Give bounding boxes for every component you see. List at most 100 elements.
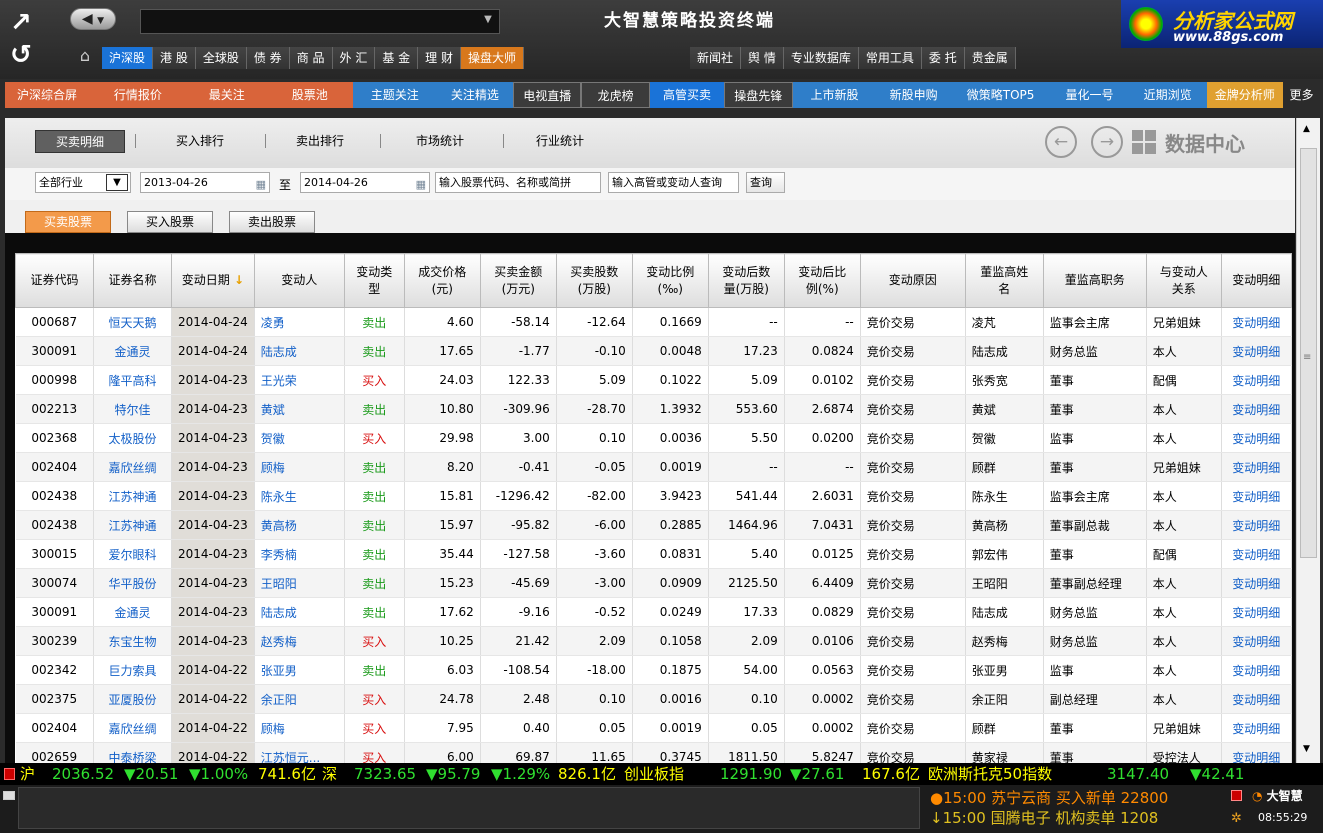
detail-link[interactable]: 变动明细 [1221, 510, 1292, 540]
menu1b-item-4[interactable]: 委 托 [921, 47, 965, 69]
menu2-item-5[interactable]: 关注精选 [436, 82, 513, 108]
detail-link[interactable]: 变动明细 [1221, 481, 1292, 511]
sell-stock-button[interactable]: 卖出股票 [229, 211, 315, 233]
menu2-item-3[interactable]: 股票池 [266, 82, 353, 108]
menu1b-item-0[interactable]: 新闻社 [690, 47, 742, 69]
menu2-item-6[interactable]: 电视直播 [513, 82, 582, 108]
stock-code-input[interactable]: 输入股票代码、名称或简拼 [435, 172, 601, 193]
menu1-item-4[interactable]: 商 品 [289, 47, 333, 69]
detail-link[interactable]: 变动明细 [1221, 655, 1292, 685]
buy-stock-button[interactable]: 买入股票 [127, 211, 213, 233]
rolling-orders[interactable]: ●15:00 苏宁云商 买入新单 22800 ↓15:00 国腾电子 机构卖单 1… [930, 788, 1168, 828]
table-row[interactable]: 300074 华平股份 2014-04-23 王昭阳 卖出 15.23 -45.69 -3.0… [15, 568, 1292, 598]
menu1-item-5[interactable]: 外 汇 [332, 47, 376, 69]
menu2-item-8[interactable]: 高管买卖 [649, 82, 725, 108]
menu1b-item-1[interactable]: 舆 情 [741, 47, 784, 69]
table-cell[interactable]: 巨力索具 [93, 655, 172, 685]
column-header-15[interactable]: 变动明细 [1220, 253, 1292, 308]
command-combo[interactable]: ▼ [140, 9, 500, 34]
table-row[interactable]: 300015 爱尔眼科 2014-04-23 李秀楠 卖出 35.44 -127.58 -3.… [15, 539, 1292, 569]
column-header-9[interactable]: 变动后数 量(万股) [707, 253, 785, 308]
table-row[interactable]: 002375 亚厦股份 2014-04-22 余正阳 买入 24.78 2.48 0.10 0.… [15, 684, 1292, 714]
calendar-icon[interactable]: ▦ [256, 175, 266, 194]
calendar-icon[interactable]: ▦ [416, 175, 426, 194]
menu2-item-11[interactable]: 新股申购 [876, 82, 951, 108]
back-forward-button[interactable]: ◀ ▼ [70, 8, 116, 30]
scroll-up-icon[interactable]: ▲ [1303, 124, 1310, 134]
detail-link[interactable]: 变动明细 [1221, 394, 1292, 424]
table-row[interactable]: 002342 巨力索具 2014-04-22 张亚男 卖出 6.03 -108.54 -18.… [15, 655, 1292, 685]
menu1b-item-3[interactable]: 常用工具 [858, 47, 922, 69]
table-cell[interactable]: 中泰桥梁 [93, 742, 172, 763]
tab-trade-detail[interactable]: 买卖明细 [35, 130, 125, 153]
menu2-item-15[interactable]: 金牌分析师 [1206, 82, 1283, 108]
table-cell[interactable]: 金通灵 [93, 336, 172, 366]
menu1b-item-2[interactable]: 专业数据库 [783, 47, 859, 69]
date-from-field[interactable]: 2013-04-26 ▦ [140, 172, 270, 193]
tab-industry-stats[interactable]: 行业统计 [515, 130, 605, 153]
prev-arrow-icon[interactable]: ← [1045, 126, 1077, 158]
table-cell[interactable]: 江苏神通 [93, 481, 172, 511]
menu2-item-10[interactable]: 上市新股 [792, 82, 877, 108]
detail-link[interactable]: 变动明细 [1221, 423, 1292, 453]
column-header-3[interactable]: 变动人 [253, 253, 345, 308]
menu2-item-4[interactable]: 主题关注 [352, 82, 437, 108]
detail-link[interactable]: 变动明细 [1221, 597, 1292, 627]
table-row[interactable]: 002404 嘉欣丝绸 2014-04-23 顾梅 卖出 8.20 -0.41 -0.05 0.… [15, 452, 1292, 482]
table-cell[interactable]: 金通灵 [93, 597, 172, 627]
menu2-item-2[interactable]: 最关注 [186, 82, 267, 108]
detail-link[interactable]: 变动明细 [1221, 684, 1292, 714]
table-cell[interactable]: 嘉欣丝绸 [93, 452, 172, 482]
mail-icon[interactable] [3, 791, 15, 800]
column-header-7[interactable]: 买卖股数 (万股) [555, 253, 633, 308]
column-header-0[interactable]: 证券代码 [15, 253, 94, 308]
person-input[interactable]: 输入高管或变动人查询 [608, 172, 739, 193]
table-row[interactable]: 002438 江苏神通 2014-04-23 黄高杨 卖出 15.97 -95.82 -6.0… [15, 510, 1292, 540]
menu2-item-12[interactable]: 微策略TOP5 [950, 82, 1051, 108]
table-cell[interactable]: 亚厦股份 [93, 684, 172, 714]
menu1-item-7[interactable]: 理 财 [418, 47, 461, 69]
table-cell[interactable]: 太极股份 [93, 423, 172, 453]
menu1-item-1[interactable]: 港 股 [153, 47, 196, 69]
column-header-11[interactable]: 变动原因 [859, 253, 966, 308]
table-cell[interactable]: 江苏神通 [93, 510, 172, 540]
table-cell[interactable]: 隆平高科 [93, 365, 172, 395]
query-button[interactable]: 查询 [746, 172, 785, 193]
column-header-12[interactable]: 董监高姓 名 [964, 253, 1044, 308]
menu1-item-2[interactable]: 全球股 [195, 47, 247, 69]
table-row[interactable]: 002659 中泰桥梁 2014-04-22 江苏恒元... 买入 6.00 69.87 11… [15, 742, 1292, 763]
table-cell[interactable]: 特尔佳 [93, 394, 172, 424]
industry-select[interactable]: 全部行业 ▼ [35, 172, 131, 193]
menu2-item-1[interactable]: 行情报价 [89, 82, 187, 108]
column-header-8[interactable]: 变动比例 (‰) [631, 253, 709, 308]
detail-link[interactable]: 变动明细 [1221, 539, 1292, 569]
column-header-5[interactable]: 成交价格 (元) [403, 253, 481, 308]
rolling-order-item[interactable]: ↓15:00 国腾电子 机构卖单 1208 [930, 808, 1168, 828]
table-row[interactable]: 000998 隆平高科 2014-04-23 王光荣 买入 24.03 122.33 5.09… [15, 365, 1292, 395]
detail-link[interactable]: 变动明细 [1221, 365, 1292, 395]
table-row[interactable]: 002368 太极股份 2014-04-23 贺徽 买入 29.98 3.00 0.10 0.0… [15, 423, 1292, 453]
next-arrow-icon[interactable]: → [1091, 126, 1123, 158]
menu1-item-0[interactable]: 沪深股 [102, 47, 154, 69]
menu2-item-14[interactable]: 近期浏览 [1128, 82, 1207, 108]
menu1-item-3[interactable]: 债 券 [246, 47, 290, 69]
menu2-item-0[interactable]: 沪深综合屏 [5, 82, 90, 108]
tab-buy-rank[interactable]: 买入排行 [155, 130, 245, 153]
vertical-scrollbar[interactable]: ▲ ≡ ▼ [1296, 118, 1320, 763]
detail-link[interactable]: 变动明细 [1221, 626, 1292, 656]
detail-link[interactable]: 变动明细 [1221, 568, 1292, 598]
rolling-order-item[interactable]: ●15:00 苏宁云商 买入新单 22800 [930, 788, 1168, 808]
settings-icon[interactable]: ✲ [1231, 811, 1242, 826]
column-header-6[interactable]: 买卖金额 (万元) [479, 253, 557, 308]
table-row[interactable]: 002404 嘉欣丝绸 2014-04-22 顾梅 买入 7.95 0.40 0.05 0.00… [15, 713, 1292, 743]
menu1-item-8[interactable]: 操盘大师 [461, 47, 525, 69]
tab-sell-rank[interactable]: 卖出排行 [275, 130, 365, 153]
column-header-14[interactable]: 与变动人 关系 [1145, 253, 1222, 308]
table-row[interactable]: 300091 金通灵 2014-04-23 陆志成 卖出 17.62 -9.16 -0.52 0… [15, 597, 1292, 627]
detail-link[interactable]: 变动明细 [1221, 336, 1292, 366]
detail-link[interactable]: 变动明细 [1221, 742, 1292, 763]
table-row[interactable]: 002438 江苏神通 2014-04-23 陈永生 卖出 15.81 -1296.42 -8… [15, 481, 1292, 511]
table-row[interactable]: 300091 金通灵 2014-04-24 陆志成 卖出 17.65 -1.77 -0.10 0… [15, 336, 1292, 366]
buy-sell-stock-button[interactable]: 买卖股票 [25, 211, 111, 233]
tab-market-stats[interactable]: 市场统计 [395, 130, 485, 153]
